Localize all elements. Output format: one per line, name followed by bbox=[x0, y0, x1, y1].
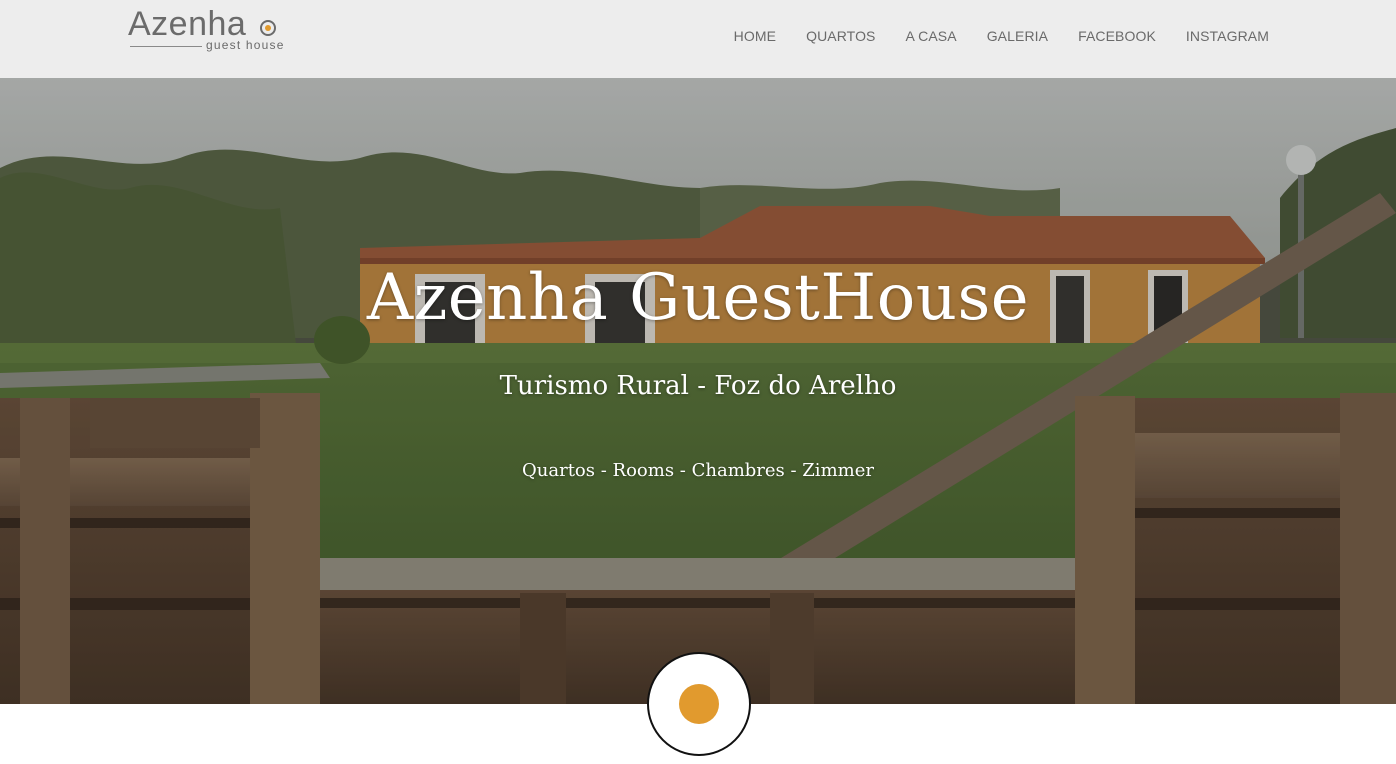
scroll-down-button[interactable] bbox=[647, 652, 751, 756]
nav-item-facebook[interactable]: FACEBOOK bbox=[1063, 0, 1171, 72]
logo-dot-icon bbox=[260, 20, 276, 36]
site-header: Azenha guest house HOME QUARTOS A CASA G… bbox=[0, 0, 1396, 78]
logo-divider bbox=[130, 46, 202, 47]
logo-subtitle: guest house bbox=[206, 38, 285, 52]
hero-subtitle: Turismo Rural - Foz do Arelho bbox=[499, 371, 897, 401]
main-nav: HOME QUARTOS A CASA GALERIA FACEBOOK INS… bbox=[719, 0, 1284, 72]
hero-tagline[interactable]: Quartos - Rooms - Chambres - Zimmer bbox=[0, 458, 1396, 484]
hero-section: Azenha GuestHouse Turismo Rural - Foz do… bbox=[0, 78, 1396, 704]
nav-item-instagram[interactable]: INSTAGRAM bbox=[1171, 0, 1284, 72]
site-logo[interactable]: Azenha guest house bbox=[128, 6, 288, 58]
logo-wordmark: Azenha bbox=[128, 5, 247, 43]
nav-item-quartos[interactable]: QUARTOS bbox=[791, 0, 890, 72]
nav-item-galeria[interactable]: GALERIA bbox=[972, 0, 1063, 72]
hero-title: Azenha GuestHouse bbox=[366, 261, 1030, 335]
orange-dot-icon bbox=[679, 684, 719, 724]
nav-item-a-casa[interactable]: A CASA bbox=[891, 0, 972, 72]
nav-item-home[interactable]: HOME bbox=[719, 0, 791, 72]
